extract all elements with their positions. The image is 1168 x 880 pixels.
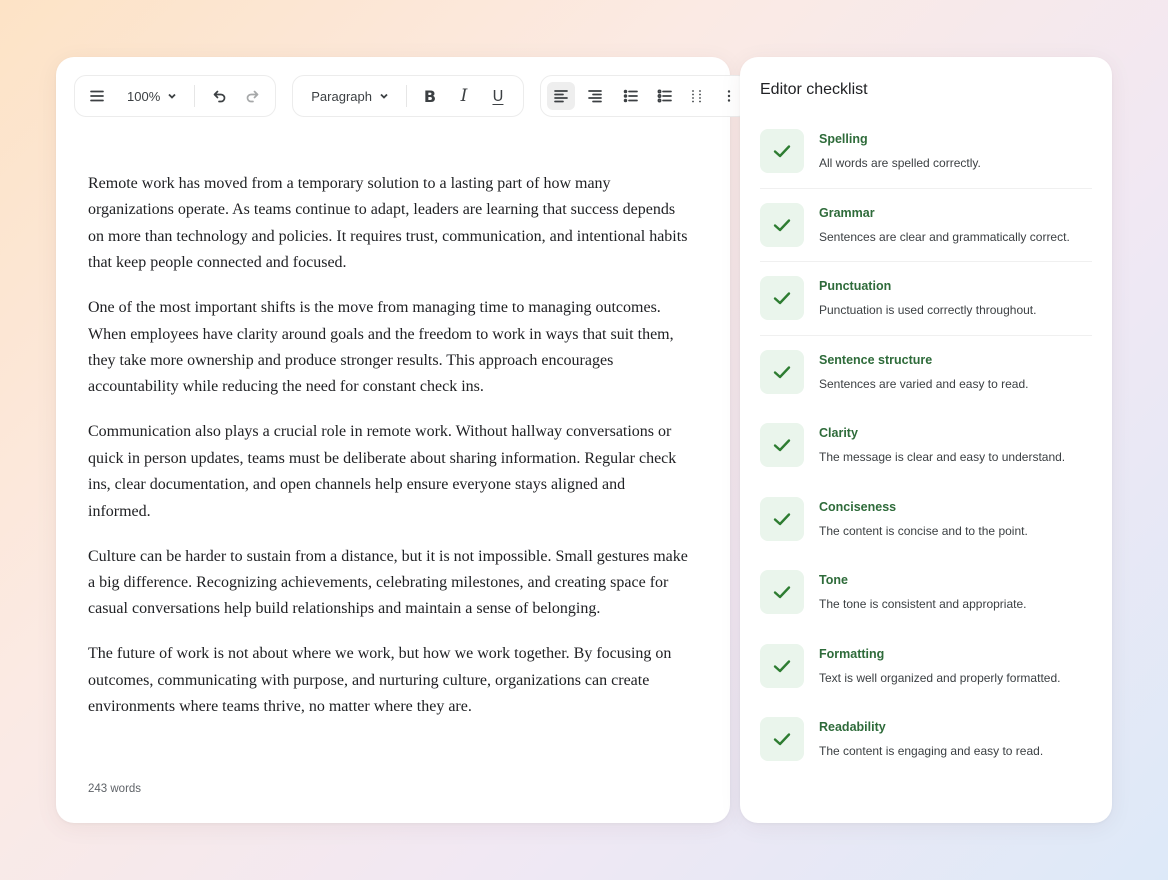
checklist-item-name: Conciseness [819, 499, 897, 514]
toolbar-group-view: 100% [74, 75, 277, 117]
toolbar-group-format: Paragraph B I U [292, 75, 524, 117]
check-status [760, 717, 804, 761]
bold-button[interactable]: B [416, 82, 444, 110]
underline-icon: U [492, 87, 504, 105]
checkmark-icon [773, 439, 791, 452]
checklist-item-spelling: Spelling All words are spelled correctly. [760, 129, 1092, 203]
italic-button[interactable]: I [450, 82, 478, 110]
checklist-item-conciseness: Conciseness The content is concise and to… [760, 496, 1092, 571]
toolbar-divider [405, 85, 407, 107]
checklist-title: Editor checklist [760, 81, 868, 98]
checklist-item-sentence-structure: Sentence structure Sentences are varied a… [760, 349, 1092, 424]
checklist-item-tone: Tone The tone is consistent and appropria… [760, 570, 1092, 644]
word-count: 243 words [88, 783, 142, 795]
align-left-icon [554, 90, 568, 103]
more-vertical-icon [727, 90, 731, 102]
align-right-icon [588, 90, 602, 103]
checklist-item-name: Readability [819, 720, 886, 734]
checklist-item-name: Clarity [819, 426, 858, 440]
checklist-item-grammar: Grammar Sentences are clear and grammatic… [760, 202, 1092, 277]
checklist-item-clarity: Clarity The message is clear and easy to … [760, 423, 1092, 497]
dotted-grid-icon [692, 90, 701, 103]
editor-panel: 100% Paragraph B I U Remote work has mov… [56, 57, 750, 823]
check-status [760, 496, 804, 541]
checkmark-icon [773, 218, 791, 231]
menu-button[interactable] [83, 82, 111, 110]
check-status [760, 129, 804, 173]
checklist-item-formatting: Formatting Text is well organized and pro… [760, 643, 1092, 718]
toolbar-group-layout [539, 75, 750, 117]
check-status [760, 202, 804, 247]
checkmark-icon [773, 586, 791, 599]
checklist-item-readability: Readability The content is engaging and e… [760, 717, 1092, 791]
align-right-button[interactable] [581, 82, 609, 110]
checklist-item-description: The content is concise and to the point. [819, 523, 1028, 538]
underline-button[interactable]: U [484, 82, 512, 110]
checklist-format-button[interactable] [683, 82, 711, 110]
checkmark-icon [773, 365, 791, 378]
checklist-item-description: Sentences are clear and grammatically co… [819, 229, 1070, 244]
hamburger-menu-icon [90, 90, 104, 102]
chevron-down-icon [380, 93, 388, 99]
document-body[interactable]: Remote work has moved from a temporary s… [88, 171, 688, 739]
zoom-value: 100% [127, 88, 161, 104]
checklist-item-description: The message is clear and easy to underst… [819, 450, 1066, 464]
document-paragraph[interactable]: One of the most important shifts is the … [88, 295, 688, 401]
editor-checklist-panel: Editor checklist Spelling All words are s… [740, 57, 1112, 823]
checkmark-icon [773, 292, 791, 305]
document-paragraph[interactable]: Remote work has moved from a temporary s… [88, 171, 688, 277]
checklist-item-name: Grammar [819, 205, 875, 220]
document-paragraph[interactable]: The future of work is not about where we… [88, 641, 688, 720]
checkmark-icon [773, 512, 791, 525]
redo-icon [246, 90, 259, 103]
bulleted-list-icon [623, 89, 638, 103]
toolbar-divider [194, 85, 196, 107]
bulleted-list-button[interactable] [617, 82, 645, 110]
checklist-item-name: Sentence structure [819, 352, 933, 367]
checklist-item-description: The content is engaging and easy to read… [819, 744, 1044, 758]
zoom-dropdown[interactable]: 100% [117, 89, 188, 104]
checklist-item-description: Punctuation is used correctly throughout… [819, 303, 1037, 317]
undo-icon [213, 90, 226, 103]
italic-icon: I [460, 86, 468, 106]
checkmark-icon [773, 145, 791, 158]
more-options-button[interactable] [715, 82, 743, 110]
numbered-list-button[interactable] [651, 82, 679, 110]
checklist-item-name: Punctuation [819, 279, 892, 293]
check-status [760, 643, 804, 688]
paragraph-style-dropdown[interactable]: Paragraph [301, 89, 400, 104]
redo-button[interactable] [239, 82, 267, 110]
document-paragraph[interactable]: Culture can be harder to sustain from a … [88, 544, 688, 623]
checklist-list: Spelling All words are spelled correctly.… [760, 129, 1092, 791]
align-left-button[interactable] [546, 82, 575, 110]
checklist-item-name: Spelling [819, 132, 868, 146]
chevron-down-icon [168, 93, 176, 99]
checklist-item-punctuation: Punctuation Punctuation is used correctly… [760, 276, 1092, 350]
check-status [760, 276, 804, 320]
checklist-item-name: Formatting [819, 646, 885, 661]
checklist-item-description: All words are spelled correctly. [819, 156, 981, 170]
checklist-item-description: Sentences are varied and easy to read. [819, 376, 1029, 391]
paragraph-style-value: Paragraph [311, 88, 372, 104]
checklist-item-description: Text is well organized and properly form… [819, 670, 1061, 685]
undo-button[interactable] [205, 82, 233, 110]
checkmark-icon [773, 659, 791, 672]
checkmark-icon [773, 733, 791, 746]
check-status [760, 570, 804, 614]
document-paragraph[interactable]: Communication also plays a crucial role … [88, 419, 688, 525]
editor-toolbar: 100% Paragraph B I U [74, 75, 750, 117]
bold-icon: B [423, 86, 437, 106]
numbered-list-icon [657, 89, 672, 103]
check-status [760, 349, 804, 394]
checklist-item-description: The tone is consistent and appropriate. [819, 597, 1027, 611]
checklist-item-name: Tone [819, 573, 848, 587]
check-status [760, 423, 804, 467]
